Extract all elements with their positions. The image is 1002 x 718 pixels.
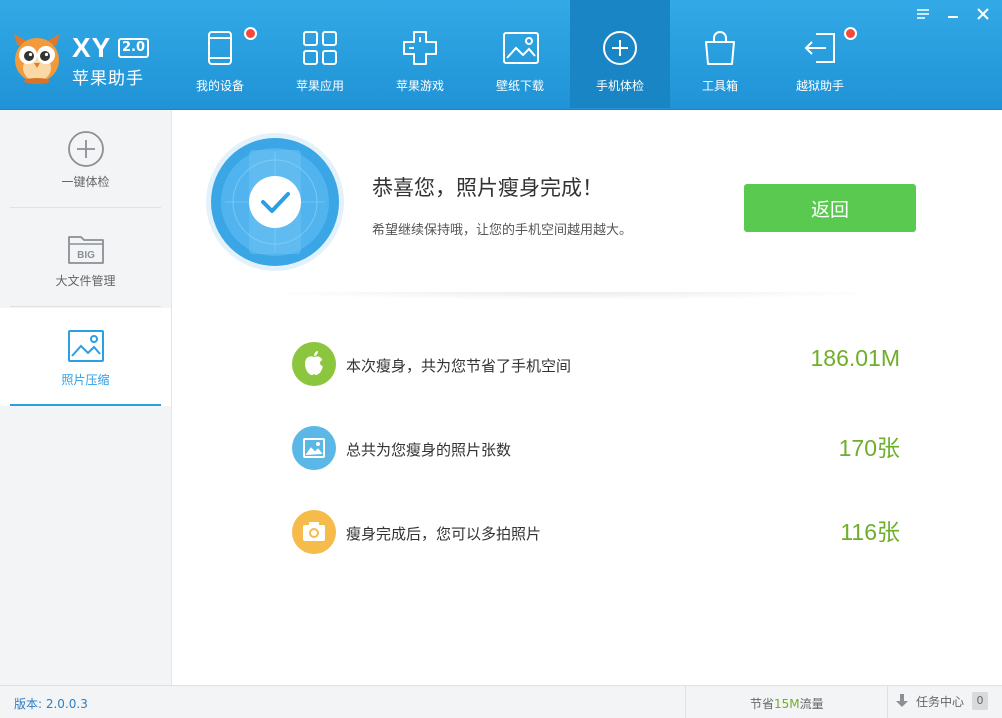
minimize-icon (948, 16, 958, 18)
stat-value: 170张 (838, 435, 900, 461)
checkup-icon (603, 31, 637, 65)
sidebar-item-one-click-checkup[interactable]: 一键体检 (0, 110, 171, 208)
divider (252, 292, 892, 300)
nav-item-label: 苹果游戏 (395, 79, 444, 93)
sidebar-item-photo-compress[interactable]: 照片压缩 (0, 308, 171, 406)
close-icon (977, 8, 989, 20)
task-count-badge: 0 (972, 692, 989, 710)
gamepad-icon (403, 31, 437, 65)
menu-icon (917, 9, 929, 19)
plus-circle-icon (68, 131, 104, 167)
stat-icon-circle (292, 426, 336, 470)
task-center-label: 任务中心 (916, 694, 965, 709)
stat-icon-circle (292, 510, 336, 554)
nav-item-apple-apps[interactable]: 苹果应用 (270, 0, 370, 108)
nav-item-label: 壁纸下载 (495, 79, 544, 93)
wallpaper-icon (503, 32, 539, 64)
sidebar-item-label: 大文件管理 (55, 274, 116, 288)
logo-version-badge: 2.0 (118, 38, 150, 58)
saved-amount: 15M (774, 697, 800, 711)
big-folder-icon: BIG (68, 236, 104, 264)
saved-prefix: 节省 (750, 697, 775, 711)
sidebar-item-big-file[interactable]: BIG 大文件管理 (0, 209, 171, 307)
nav-item-label: 苹果应用 (295, 79, 344, 93)
nav-item-label: 我的设备 (195, 79, 244, 93)
success-badge-icon (206, 133, 344, 271)
svg-text:BIG: BIG (77, 250, 95, 261)
nav-item-wallpaper[interactable]: 壁纸下载 (470, 0, 570, 108)
notification-dot (844, 27, 857, 40)
stat-photo-count: 总共为您瘦身的照片张数 170张 (290, 426, 900, 472)
close-button[interactable] (968, 4, 998, 24)
jailbreak-icon (804, 33, 835, 63)
status-separator (685, 686, 686, 718)
nav-item-label: 手机体检 (595, 79, 644, 93)
logo-text: XY (72, 32, 112, 63)
sidebar: 一键体检 BIG 大文件管理 照片压缩 (0, 110, 172, 685)
nav-item-my-device[interactable]: 我的设备 (170, 0, 270, 108)
camera-icon (303, 522, 325, 541)
stat-value: 186.01M (810, 345, 900, 371)
menu-button[interactable] (908, 4, 938, 24)
apps-grid-icon (303, 31, 337, 65)
stat-value: 116张 (840, 519, 900, 545)
nav-item-toolbox[interactable]: 工具箱 (670, 0, 770, 108)
sidebar-item-label: 一键体检 (61, 175, 110, 189)
download-arrow-icon (896, 694, 908, 707)
result-title: 恭喜您，照片瘦身完成！ (372, 176, 603, 200)
app-logo: XY 2.0 苹果助手 (12, 30, 172, 90)
back-button[interactable]: 返回 (744, 184, 916, 232)
owl-logo-icon (14, 34, 60, 84)
nav-item-phone-checkup[interactable]: 手机体检 (570, 0, 670, 108)
status-bar: 版本: 2.0.0.3 节省15M流量 任务中心 0 (0, 685, 1002, 718)
main-nav: 我的设备 苹果应用 苹果游戏 壁纸下载 手机体检 工具箱 越狱助手 (170, 0, 870, 108)
stat-more-photos: 瘦身完成后，您可以多拍照片 116张 (290, 510, 900, 556)
stat-label: 总共为您瘦身的照片张数 (346, 441, 512, 459)
stat-label: 本次瘦身，共为您节省了手机空间 (346, 357, 572, 375)
task-center-button[interactable]: 任务中心 0 (896, 692, 989, 710)
status-separator (887, 686, 888, 718)
logo-name: 苹果助手 (72, 69, 144, 89)
nav-item-label: 工具箱 (701, 79, 738, 93)
traffic-saved: 节省15M流量 (750, 695, 824, 712)
photo-icon (68, 330, 104, 362)
apple-icon (305, 351, 326, 375)
stat-label: 瘦身完成后，您可以多拍照片 (346, 525, 542, 543)
nav-item-jailbreak[interactable]: 越狱助手 (770, 0, 870, 108)
window-controls (908, 4, 998, 24)
stat-space-saved: 本次瘦身，共为您节省了手机空间 186.01M (290, 342, 900, 388)
toolbox-icon (705, 31, 735, 65)
nav-item-apple-games[interactable]: 苹果游戏 (370, 0, 470, 108)
result-subtitle: 希望继续保持哦，让您的手机空间越用越大。 (372, 223, 633, 238)
stat-icon-circle (292, 342, 336, 386)
active-indicator (10, 404, 161, 406)
image-icon (303, 438, 325, 458)
device-icon (208, 31, 232, 65)
notification-dot (244, 27, 257, 40)
saved-suffix: 流量 (799, 697, 824, 711)
minimize-button[interactable] (938, 4, 968, 24)
version-text: 版本: 2.0.0.3 (14, 697, 88, 711)
nav-item-label: 越狱助手 (795, 79, 844, 93)
sidebar-item-label: 照片压缩 (61, 373, 110, 387)
main-content: 恭喜您，照片瘦身完成！ 希望继续保持哦，让您的手机空间越用越大。 返回 本次瘦身… (172, 110, 1002, 685)
top-bar: XY 2.0 苹果助手 我的设备 苹果应用 苹果游戏 壁纸下载 手机体检 工具箱… (0, 0, 1002, 110)
